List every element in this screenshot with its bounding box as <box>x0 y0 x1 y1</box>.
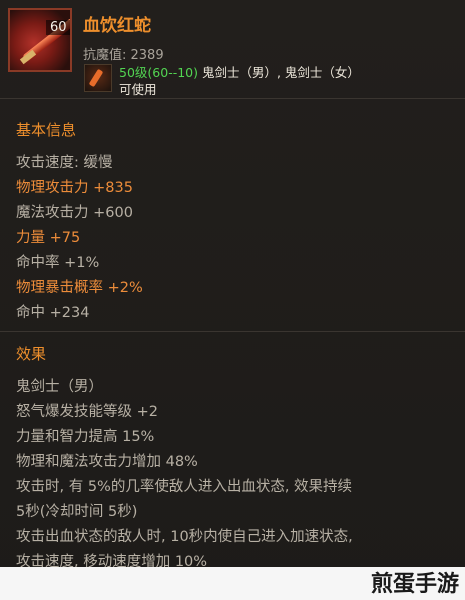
magic-resist: 抗魔值: 2389 <box>83 48 164 63</box>
stat-strength: 力量 +75 <box>16 230 81 246</box>
tooltip-header: 60 血饮红蛇 抗魔值: 2389 50级(60--10) 鬼剑士（男）, 鬼剑… <box>0 0 465 99</box>
basic-info-title: 基本信息 <box>16 121 77 139</box>
effect-line: 物理和魔法攻击力增加 48% <box>16 454 198 470</box>
effect-line: 力量和智力提高 15% <box>16 429 155 445</box>
effect-line: 怒气爆发技能等级 +2 <box>16 404 158 420</box>
item-name: 血饮红蛇 <box>83 16 151 36</box>
class-requirement-icon <box>84 64 112 92</box>
effect-line: 鬼剑士（男） <box>16 379 103 395</box>
effect-line: 攻击时, 有 5%的几率使敌人进入出血状态, 效果持续 <box>16 479 353 495</box>
stat-magic-attack: 魔法攻击力 +600 <box>16 205 133 221</box>
site-watermark: 煎蛋手游 <box>370 572 459 597</box>
effects-title: 效果 <box>16 345 47 363</box>
usable-status: 可使用 <box>119 82 157 97</box>
item-level-badge: 60 <box>46 20 70 35</box>
stat-physical-attack: 物理攻击力 +835 <box>16 180 133 196</box>
stat-attack-speed: 攻击速度: 缓慢 <box>16 155 113 171</box>
stat-physical-crit: 物理暴击概率 +2% <box>16 280 143 296</box>
stat-hit-rate: 命中率 +1% <box>16 255 100 271</box>
item-tooltip: 60 血饮红蛇 抗魔值: 2389 50级(60--10) 鬼剑士（男）, 鬼剑… <box>0 0 465 600</box>
effect-line: 攻击出血状态的敌人时, 10秒内使自己进入加速状态, <box>16 529 353 545</box>
level-requirement: 50级(60--10) <box>119 65 198 80</box>
red-snake-sword-icon: 60 <box>8 8 72 72</box>
effect-line: 5秒(冷却时间 5秒) <box>16 504 138 520</box>
section-divider <box>0 331 465 332</box>
class-requirement: 鬼剑士（男）, 鬼剑士（女） <box>198 65 360 80</box>
stat-accuracy: 命中 +234 <box>16 305 90 321</box>
